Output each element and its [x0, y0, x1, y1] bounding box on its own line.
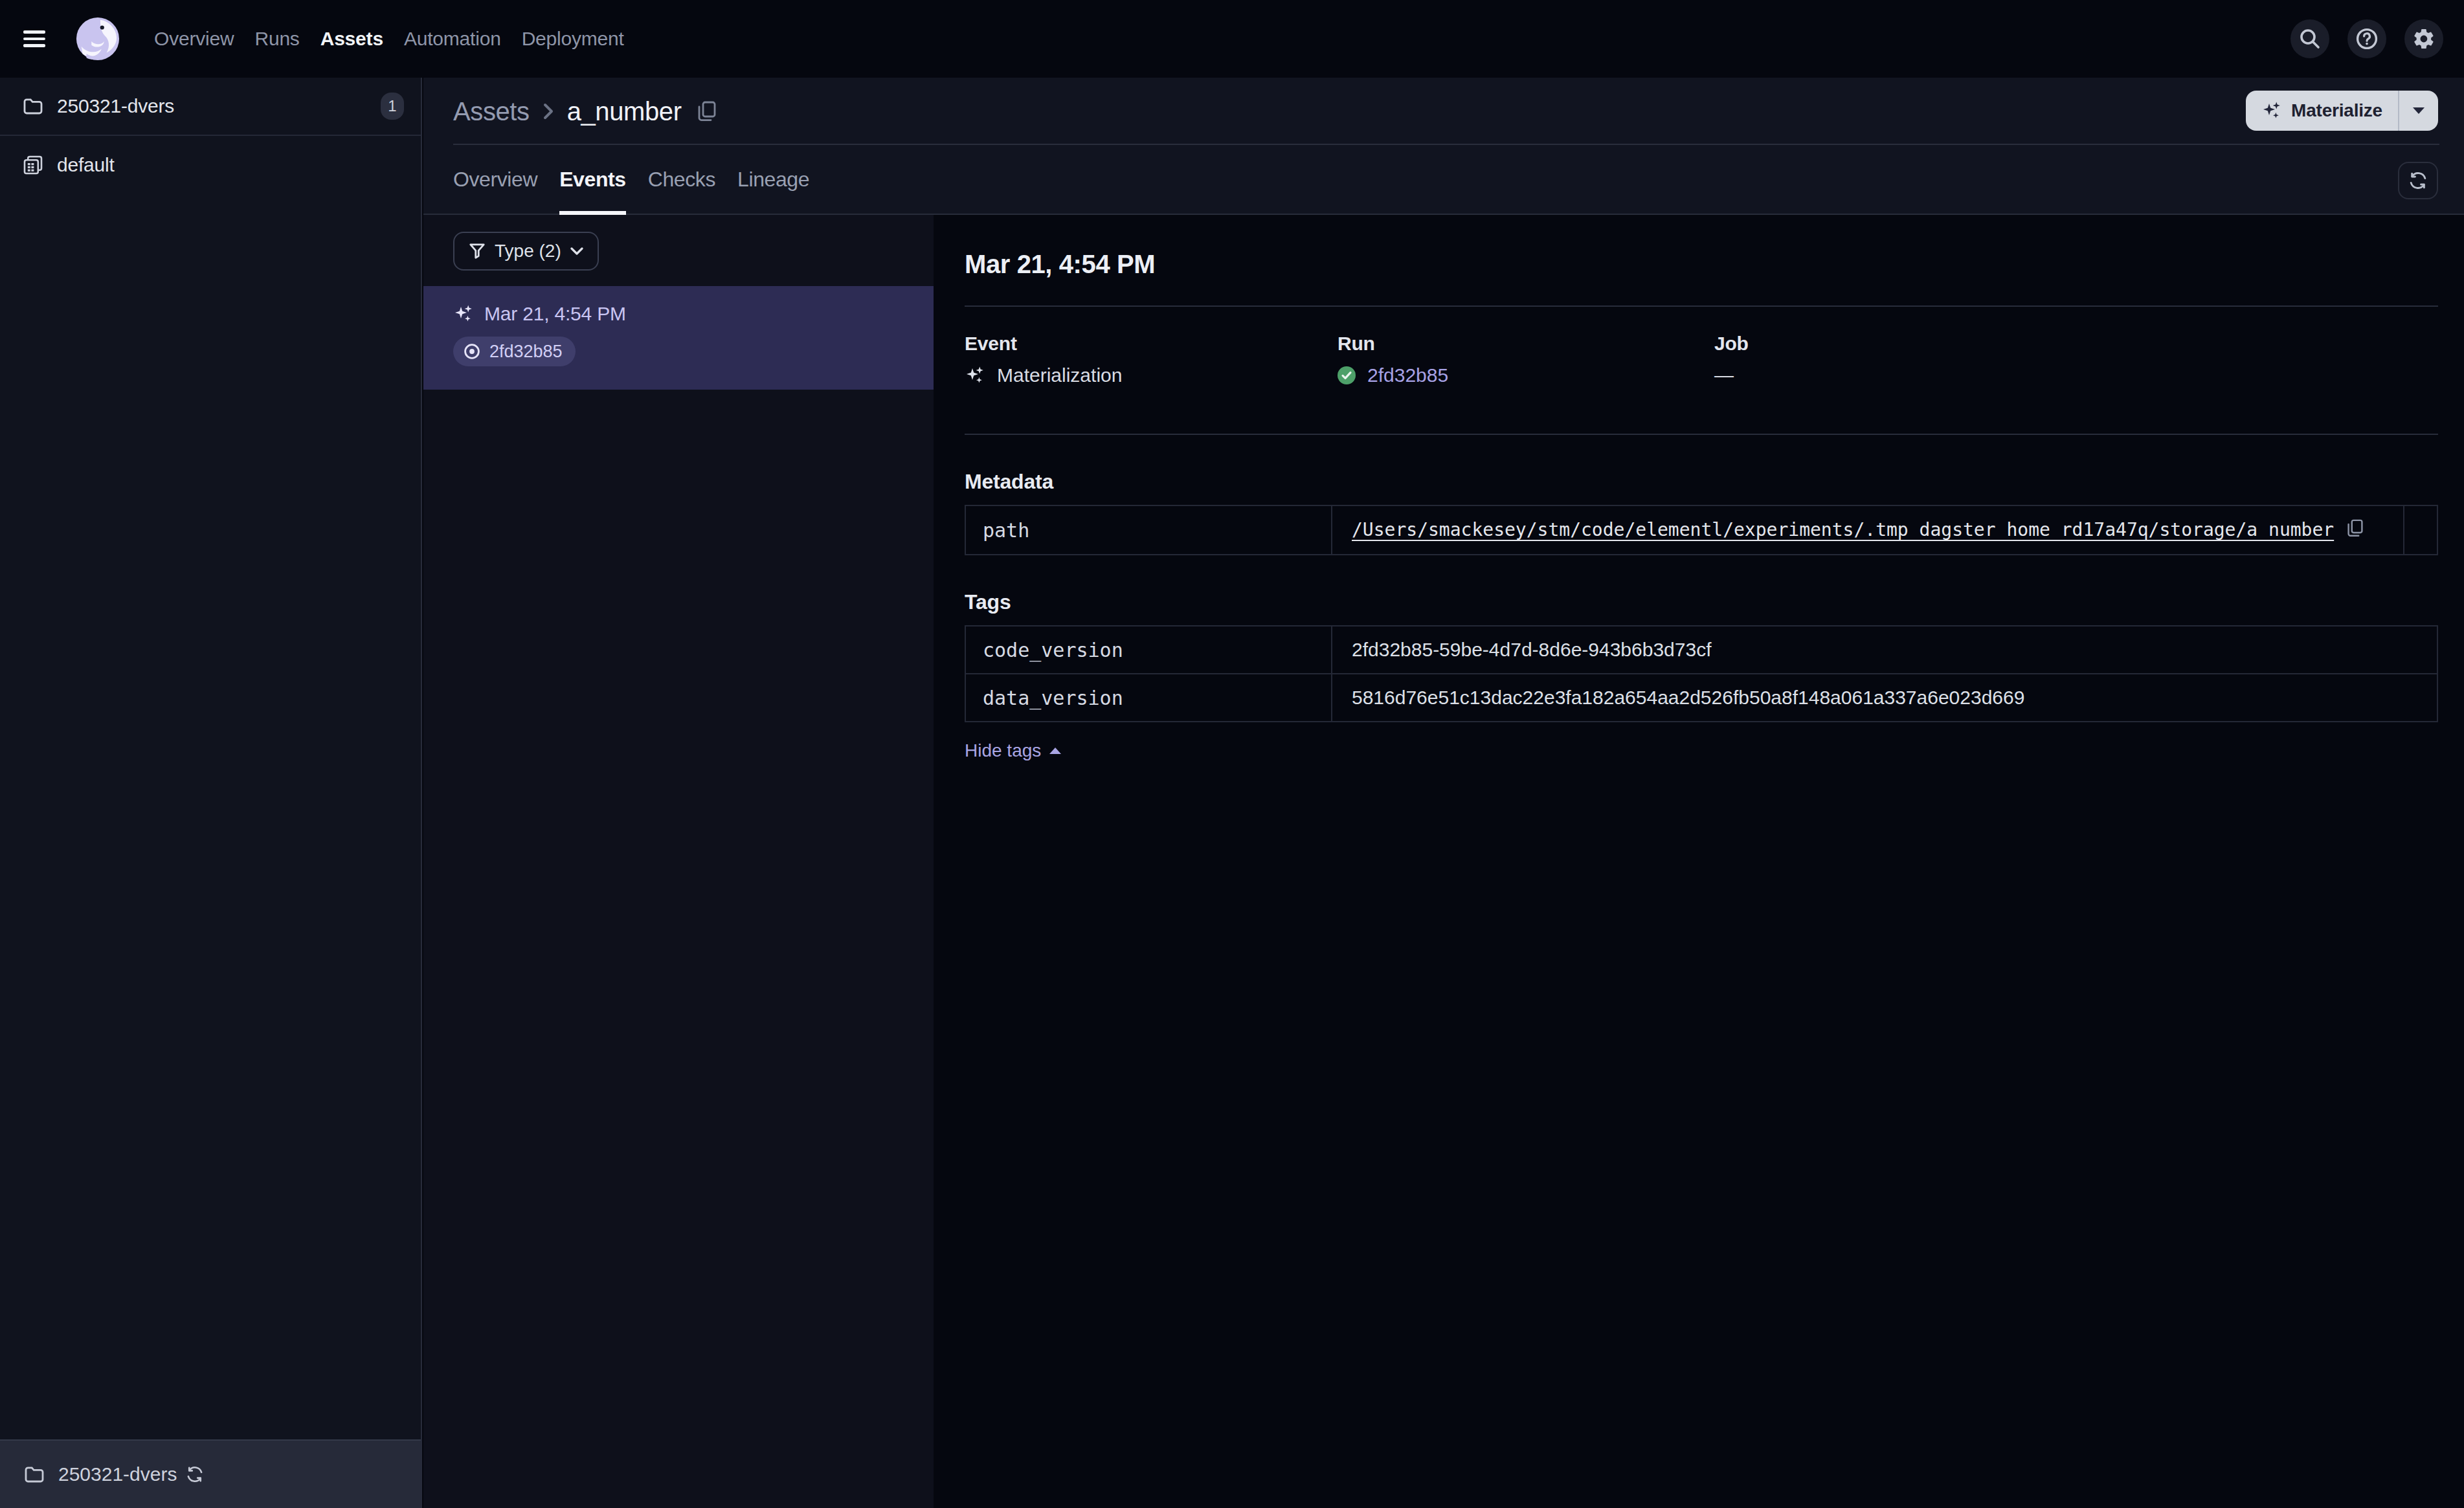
run-id-label: 2fd32b85 — [489, 342, 563, 362]
materialization-sparkle-icon — [453, 304, 474, 324]
type-filter-label: Type (2) — [495, 241, 561, 261]
event-detail-panel: Mar 21, 4:54 PM Event Materialization Ru… — [934, 215, 2464, 1508]
table-row: code_version 2fd32b85-59be-4d7d-8d6e-943… — [965, 626, 2437, 674]
run-status-icon — [464, 343, 480, 360]
settings-button[interactable] — [2404, 19, 2443, 58]
asset-group-icon — [23, 155, 43, 175]
job-column-label: Job — [1714, 334, 2438, 353]
metadata-path-link[interactable]: /Users/smackesey/stm/code/elementl/exper… — [1352, 519, 2334, 540]
tag-key: code_version — [965, 626, 1332, 674]
event-list-item[interactable]: Mar 21, 4:54 PM 2fd32b85 — [423, 286, 934, 390]
asset-group-label: default — [57, 154, 115, 176]
materialize-dropdown-button[interactable] — [2399, 91, 2438, 131]
asset-name: a_number — [567, 97, 682, 126]
materialize-label: Materialize — [2291, 100, 2382, 121]
chevron-right-icon — [543, 102, 554, 120]
table-row: path /Users/smackesey/stm/code/elementl/… — [965, 505, 2437, 555]
table-row: data_version 5816d76e51c13dac22e3fa182a6… — [965, 674, 2437, 722]
hide-tags-link[interactable]: Hide tags — [965, 740, 2438, 761]
event-timestamp: Mar 21, 4:54 PM — [484, 303, 626, 325]
nav-deployment[interactable]: Deployment — [522, 23, 624, 55]
code-location-label: 250321-dvers — [57, 95, 174, 117]
sidebar: 250321-dvers 1 default 250321-dvers — [0, 78, 422, 1508]
run-success-icon — [1338, 366, 1356, 384]
sidebar-item-code-location[interactable]: 250321-dvers 1 — [0, 78, 421, 136]
top-nav: Overview Runs Assets Automation Deployme… — [0, 0, 2464, 78]
caret-down-icon — [2412, 107, 2425, 115]
footer-code-location-label: 250321-dvers — [58, 1463, 177, 1485]
reload-icon[interactable] — [186, 1465, 204, 1483]
copy-path-button[interactable] — [2347, 519, 2364, 542]
content: Type (2) Mar 21, 4:54 PM 2fd32b85 Mar 21… — [423, 215, 2464, 1508]
asset-count-badge: 1 — [381, 93, 404, 120]
search-icon — [2299, 28, 2321, 50]
refresh-button[interactable] — [2398, 162, 2438, 199]
event-detail-title: Mar 21, 4:54 PM — [965, 249, 2438, 280]
tab-events[interactable]: Events — [559, 145, 626, 214]
materialize-button[interactable]: Materialize — [2246, 91, 2438, 131]
tab-checks[interactable]: Checks — [648, 145, 715, 214]
run-id-link[interactable]: 2fd32b85 — [1367, 364, 1448, 386]
refresh-icon — [2408, 171, 2428, 190]
nav-items: Overview Runs Assets Automation Deployme… — [154, 23, 645, 55]
dagster-app: Overview Runs Assets Automation Deployme… — [0, 0, 2464, 1508]
filter-icon — [469, 243, 486, 260]
event-type: Materialization — [997, 364, 1122, 386]
tab-lineage[interactable]: Lineage — [737, 145, 809, 214]
dagster-logo-icon[interactable] — [75, 16, 120, 61]
help-icon — [2355, 27, 2379, 50]
tag-value: 2fd32b85-59be-4d7d-8d6e-943b6b3d73cf — [1332, 626, 2437, 674]
tags-heading: Tags — [965, 592, 2438, 612]
tags-table: code_version 2fd32b85-59be-4d7d-8d6e-943… — [965, 625, 2438, 722]
tab-bar: Overview Events Checks Lineage — [423, 145, 2464, 215]
search-button[interactable] — [2290, 19, 2329, 58]
folder-icon — [23, 98, 43, 115]
metadata-table: path /Users/smackesey/stm/code/elementl/… — [965, 505, 2438, 555]
detail-divider — [965, 305, 2438, 307]
type-filter-button[interactable]: Type (2) — [453, 232, 599, 271]
copy-asset-name-button[interactable] — [697, 101, 717, 122]
tag-value: 5816d76e51c13dac22e3fa182a654aa2d526fb50… — [1332, 674, 2437, 722]
sidebar-footer: 250321-dvers — [0, 1439, 421, 1508]
page-header: Assets a_number Materialize Overview Eve… — [423, 78, 2464, 215]
chevron-down-icon — [570, 247, 583, 255]
gear-icon — [2412, 27, 2436, 50]
events-list-panel: Type (2) Mar 21, 4:54 PM 2fd32b85 — [423, 215, 934, 1508]
caret-up-icon — [1049, 747, 1062, 755]
detail-divider — [965, 434, 2438, 435]
event-column-label: Event — [965, 334, 1338, 353]
tag-key: data_version — [965, 674, 1332, 722]
breadcrumb-assets-link[interactable]: Assets — [453, 97, 530, 126]
sidebar-item-asset-group[interactable]: default — [0, 136, 421, 194]
nav-automation[interactable]: Automation — [404, 23, 501, 55]
breadcrumb: Assets a_number Materialize — [423, 78, 2464, 145]
metadata-heading: Metadata — [965, 471, 2438, 492]
nav-overview[interactable]: Overview — [154, 23, 234, 55]
run-id-badge[interactable]: 2fd32b85 — [453, 337, 576, 366]
menu-icon[interactable] — [23, 23, 54, 54]
run-column-label: Run — [1338, 334, 1714, 353]
tab-overview[interactable]: Overview — [453, 145, 537, 214]
metadata-key: path — [965, 505, 1332, 555]
help-button[interactable] — [2347, 19, 2386, 58]
nav-runs[interactable]: Runs — [254, 23, 299, 55]
job-value: — — [1714, 364, 1734, 386]
event-summary: Event Materialization Run 2fd32b85 Job — — [965, 334, 2438, 388]
folder-icon — [25, 1466, 44, 1483]
metadata-extra-cell — [2404, 505, 2437, 555]
materialize-action[interactable]: Materialize — [2246, 91, 2398, 131]
materialize-sparkle-icon — [2261, 100, 2282, 121]
nav-assets[interactable]: Assets — [320, 23, 383, 55]
materialization-sparkle-icon — [965, 365, 985, 386]
